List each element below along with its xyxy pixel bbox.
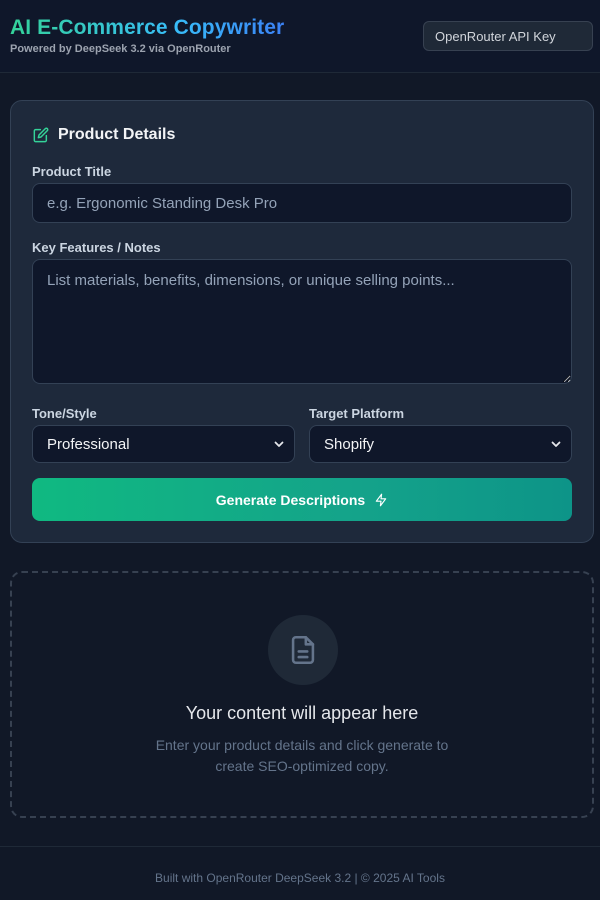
app-title: AI E-Commerce Copywriter bbox=[10, 16, 285, 39]
features-textarea[interactable] bbox=[32, 259, 572, 384]
output-desc-line-2: create SEO-optimized copy. bbox=[215, 758, 389, 774]
api-key-input[interactable] bbox=[423, 21, 593, 51]
edit-icon bbox=[33, 127, 49, 143]
product-title-input[interactable] bbox=[32, 183, 572, 223]
platform-selected-value: Shopify bbox=[324, 435, 375, 453]
generate-button[interactable]: Generate Descriptions bbox=[32, 478, 572, 521]
product-details-card: Product Details Product Title Key Featur… bbox=[10, 100, 594, 543]
features-label: Key Features / Notes bbox=[32, 240, 161, 255]
chevron-down-icon bbox=[274, 441, 284, 447]
footer-text: Built with OpenRouter DeepSeek 3.2 | © 2… bbox=[155, 871, 445, 885]
output-placeholder-title: Your content will appear here bbox=[185, 703, 419, 723]
output-desc-line-1: Enter your product details and click gen… bbox=[155, 737, 449, 753]
product-title-label: Product Title bbox=[32, 164, 112, 179]
document-icon bbox=[291, 635, 315, 665]
card-heading: Product Details bbox=[33, 126, 175, 144]
chevron-down-icon bbox=[551, 441, 561, 447]
platform-label: Target Platform bbox=[309, 406, 405, 421]
generate-button-label: Generate Descriptions bbox=[215, 491, 366, 508]
output-placeholder: Your content will appear here Enter your… bbox=[10, 571, 594, 818]
tone-label: Tone/Style bbox=[32, 406, 97, 421]
tone-selected-value: Professional bbox=[47, 435, 130, 453]
tone-select[interactable]: Professional bbox=[32, 425, 295, 463]
bolt-icon bbox=[375, 493, 387, 506]
card-title: Product Details bbox=[58, 126, 176, 143]
footer: Built with OpenRouter DeepSeek 3.2 | © 2… bbox=[0, 846, 600, 900]
app-subtitle: Powered by DeepSeek 3.2 via OpenRouter bbox=[10, 43, 231, 55]
platform-select[interactable]: Shopify bbox=[309, 425, 572, 463]
document-icon-circle bbox=[268, 615, 338, 685]
output-placeholder-description: Enter your product details and click gen… bbox=[12, 735, 592, 777]
app-header: AI E-Commerce Copywriter Powered by Deep… bbox=[0, 0, 600, 73]
